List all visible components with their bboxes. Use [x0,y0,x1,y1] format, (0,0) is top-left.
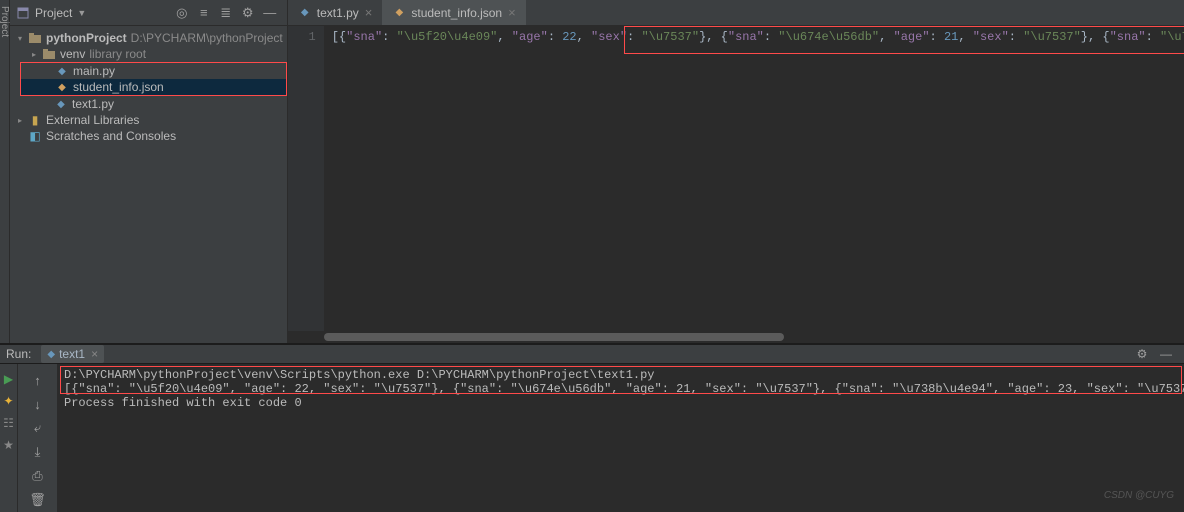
soft-wrap-icon[interactable]: ⤶ [27,417,49,439]
close-icon[interactable]: × [91,347,98,361]
tree-file-text1[interactable]: ◆ text1.py [10,96,287,112]
debug-icon[interactable]: ✦ [1,390,17,412]
run-console[interactable]: D:\PYCHARM\pythonProject\venv\Scripts\py… [58,364,1184,512]
tree-file-student-info-label: student_info.json [73,80,164,94]
editor-hscrollbar[interactable] [324,331,1184,343]
project-panel: Project ▼ ◎ ≡ ≣ ⚙ — ▾ pythonProject D:\P… [10,0,288,343]
chevron-down-icon[interactable]: ▼ [77,8,86,18]
console-line: [{"sna": "\u5f20\u4e09", "age": 22, "sex… [64,382,1178,396]
editor-gutter: 1 [288,26,324,331]
project-header-label[interactable]: Project [35,6,72,20]
json-file-icon: ◆ [55,80,69,94]
python-file-icon: ◆ [298,6,312,20]
tree-file-text1-label: text1.py [72,97,114,111]
clear-icon[interactable]: 🗑 [27,489,49,511]
tree-venv-hint: library root [89,47,146,61]
favorites-icon[interactable]: ★ [1,434,17,456]
editor-body[interactable]: 1 ✔ [{"sna": "\u5f20\u4e09", "age": 22, … [288,26,1184,331]
python-file-icon: ◆ [55,64,69,78]
gear-icon[interactable]: ⚙ [1133,347,1151,361]
scratch-icon: ◧ [28,129,42,143]
collapse-icon[interactable]: ≣ [217,4,235,22]
scroll-end-icon[interactable]: ⤓ [27,441,49,463]
tree-root[interactable]: ▾ pythonProject D:\PYCHARM\pythonProject [10,30,287,46]
tree-file-main[interactable]: ◆ main.py [21,63,286,79]
project-tree: ▾ pythonProject D:\PYCHARM\pythonProject… [10,26,287,148]
python-file-icon: ◆ [47,349,55,360]
tree-file-main-label: main.py [73,64,115,78]
gutter-line: 1 [288,30,316,44]
run-header: Run: ◆ text1 × ⚙ — [0,344,1184,364]
close-icon[interactable]: × [365,5,373,20]
run-toolbar: ↑ ↓ ⤶ ⤓ ⎙ 🗑 [18,364,58,512]
target-icon[interactable]: ◎ [173,4,191,22]
gear-icon[interactable]: ⚙ [239,4,257,22]
tree-root-label: pythonProject [46,31,127,45]
watermark: CSDN @CUYG [1104,490,1174,501]
tree-ext-lib-label: External Libraries [46,113,139,127]
close-icon[interactable]: × [508,5,516,20]
scrollbar-thumb[interactable] [324,333,784,341]
run-config-label: text1 [59,347,85,361]
down-icon[interactable]: ↓ [27,393,49,415]
editor-tabs: ◆ text1.py × ◆ student_info.json × ⋮ [288,0,1184,26]
python-file-icon: ◆ [54,97,68,111]
run-config[interactable]: ◆ text1 × [41,345,104,363]
folder-icon [28,31,42,45]
folder-icon [42,47,56,61]
run-icon[interactable]: ▶ [1,368,17,390]
tab-text1-label: text1.py [317,6,359,20]
tab-student-info[interactable]: ◆ student_info.json × [382,0,525,25]
tree-venv[interactable]: ▸ venv library root [10,46,287,62]
tree-scratches-label: Scratches and Consoles [46,129,176,143]
editor-area: ◆ text1.py × ◆ student_info.json × ⋮ 1 ✔… [288,0,1184,343]
project-tool-strip[interactable]: Project [0,0,10,343]
minimize-icon[interactable]: — [1157,347,1175,361]
project-panel-header: Project ▼ ◎ ≡ ≣ ⚙ — [10,0,287,26]
tree-root-path: D:\PYCHARM\pythonProject [131,31,283,45]
code-line: [{"sna": "\u5f20\u4e09", "age": 22, "sex… [332,30,1184,44]
up-icon[interactable]: ↑ [27,369,49,391]
expand-icon[interactable]: ≡ [195,4,213,22]
structure-icon[interactable]: ☷ [1,412,17,434]
code-area[interactable]: ✔ [{"sna": "\u5f20\u4e09", "age": 22, "s… [324,26,1184,331]
tab-student-info-label: student_info.json [411,6,502,20]
run-side-strip: ▶ ✦ ☷ ★ [0,364,18,512]
tab-text1[interactable]: ◆ text1.py × [288,0,383,25]
run-panel: Run: ◆ text1 × ⚙ — ▶ ✦ ☷ ★ ↑ ↓ ⤶ ⤓ ⎙ 🗑 D… [0,344,1184,504]
json-file-icon: ◆ [392,6,406,20]
tree-venv-label: venv [60,47,85,61]
library-icon: ▮ [28,113,42,127]
minimize-icon[interactable]: — [261,4,279,22]
console-line: D:\PYCHARM\pythonProject\venv\Scripts\py… [64,368,1178,382]
console-line: Process finished with exit code 0 [64,396,1178,410]
print-icon[interactable]: ⎙ [27,465,49,487]
tree-file-student-info[interactable]: ◆ student_info.json [21,79,286,95]
run-label: Run: [6,347,31,361]
project-icon [16,6,30,20]
tree-scratches[interactable]: ◧ Scratches and Consoles [10,128,287,144]
tree-external-libraries[interactable]: ▸ ▮ External Libraries [10,112,287,128]
